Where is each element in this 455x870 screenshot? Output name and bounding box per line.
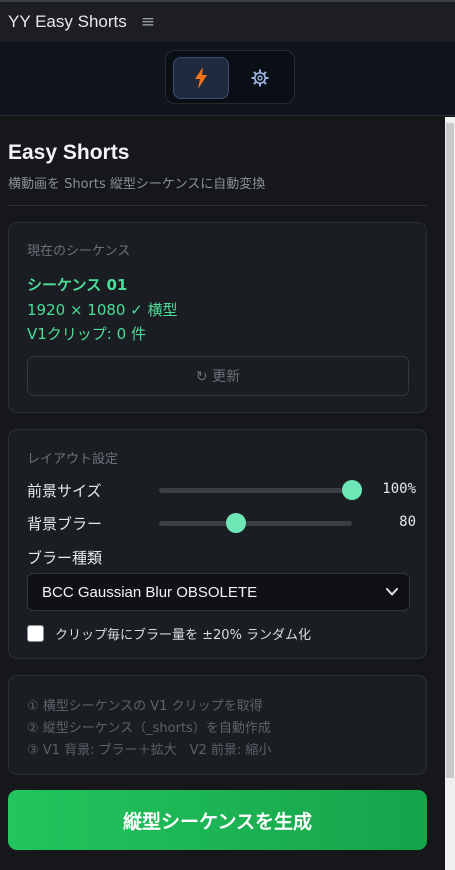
layout-section-label: レイアウト設定 (27, 452, 119, 467)
step-3: ③ V1 背景: ブラー＋拡大 V2 前景: 縮小 (27, 743, 272, 758)
page-subtitle: 横動画を Shorts 縦型シーケンスに自動変換 (8, 177, 266, 192)
mode-switcher (165, 50, 295, 104)
chevron-down-icon (386, 588, 398, 596)
blur-type-select[interactable]: BCC Gaussian Blur OBSOLETE (27, 573, 410, 611)
background-blur-value: 80 (399, 514, 416, 530)
foreground-size-value: 100% (382, 481, 416, 497)
blur-type-selected: BCC Gaussian Blur OBSOLETE (42, 583, 258, 601)
background-blur-label: 背景ブラー (27, 515, 103, 533)
random-blur-checkbox[interactable] (27, 625, 44, 642)
scrollbar-thumb[interactable] (446, 123, 454, 778)
sequence-section-label: 現在のシーケンス (27, 244, 131, 259)
background-blur-slider[interactable] (159, 513, 352, 533)
toolbar (0, 42, 455, 116)
step-1: ① 横型シーケンスの V1 クリップを取得 (27, 699, 263, 714)
background-blur-slider-knob[interactable] (226, 513, 247, 533)
gear-icon (251, 69, 269, 87)
scrollbar[interactable] (445, 117, 455, 870)
step-2: ② 縦型シーケンス（_shorts）を自動作成 (27, 721, 271, 736)
page-title: Easy Shorts (8, 141, 130, 164)
hamburger-icon[interactable]: ≡ (141, 13, 155, 31)
sequence-card: 現在のシーケンス シーケンス 01 1920 × 1080 ✓ 横型 V1クリッ… (8, 222, 427, 413)
sequence-clip-count: V1クリップ: 0 件 (27, 325, 146, 343)
generate-mode-button[interactable] (173, 57, 229, 99)
app-title: YY Easy Shorts (8, 12, 127, 31)
random-blur-row[interactable]: クリップ毎にブラー量を ±20% ランダム化 (27, 624, 311, 643)
foreground-size-slider[interactable] (159, 480, 362, 500)
foreground-size-slider-knob[interactable] (342, 480, 362, 500)
layout-settings-card: レイアウト設定 前景サイズ 100% 背景ブラー 80 ブラー種類 BCC Ga… (8, 429, 427, 659)
lightning-icon (195, 67, 207, 89)
divider (8, 205, 427, 206)
generate-vertical-sequence-button[interactable]: 縦型シーケンスを生成 (8, 790, 427, 850)
title-bar: YY Easy Shorts ≡ (0, 0, 455, 42)
refresh-button[interactable]: ↻ 更新 (27, 356, 409, 396)
steps-card: ① 横型シーケンスの V1 クリップを取得 ② 縦型シーケンス（_shorts）… (8, 675, 427, 775)
settings-mode-button[interactable] (232, 57, 288, 99)
random-blur-label: クリップ毎にブラー量を ±20% ランダム化 (55, 628, 312, 643)
sequence-name: シーケンス 01 (27, 276, 128, 294)
blur-type-label: ブラー種類 (27, 549, 103, 567)
sequence-resolution: 1920 × 1080 ✓ 横型 (27, 301, 178, 319)
foreground-size-label: 前景サイズ (27, 482, 102, 500)
